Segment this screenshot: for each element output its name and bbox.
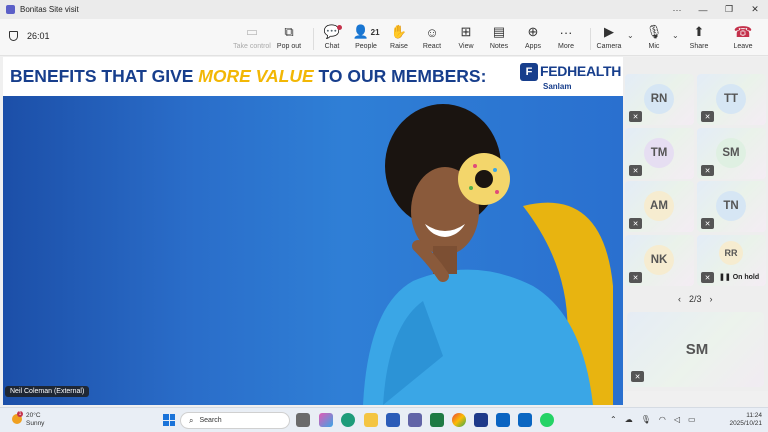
participant-tile[interactable]: TT ✕ xyxy=(697,74,766,125)
avatar: SM xyxy=(716,138,746,168)
participant-tile[interactable]: AM ✕ xyxy=(625,181,694,232)
avatar: TT xyxy=(716,84,746,114)
teams-icon[interactable] xyxy=(408,413,422,427)
slide-headline: BENEFITS THAT GIVE MORE VALUE TO OUR MEM… xyxy=(10,66,487,86)
mic-off-icon: 🎙 xyxy=(645,24,663,39)
unread-dot xyxy=(337,25,342,30)
brand-name: FEDHEALTH xyxy=(540,63,622,79)
fedhealth-logo-mark: F xyxy=(520,63,538,81)
mic-muted-icon: ✕ xyxy=(629,111,642,122)
timer-text: 26:01 xyxy=(27,31,50,41)
participant-tile[interactable]: NK ✕ xyxy=(625,235,694,286)
participant-tile[interactable]: RR ❚❚ On hold ✕ xyxy=(697,235,766,286)
system-tray: ⌃ ☁ 🎙 ◠ ◁ ▭ xyxy=(610,415,696,424)
mic-button[interactable]: 🎙 Mic xyxy=(632,23,676,50)
slide-photo xyxy=(3,96,623,405)
file-explorer-icon[interactable] xyxy=(364,413,378,427)
camera-off-icon: ▶ xyxy=(604,24,614,39)
whatsapp-icon[interactable] xyxy=(540,413,554,427)
mic-muted-icon: ✕ xyxy=(629,218,642,229)
maximize-button[interactable]: ❐ xyxy=(716,0,742,19)
excel-icon[interactable] xyxy=(430,413,444,427)
meeting-toolbar: 26:01 ▭ Take control ⧉ Pop out 💬 Chat 👤 2… xyxy=(0,19,768,56)
next-page-chevron-icon[interactable]: › xyxy=(710,294,713,304)
participant-tile[interactable]: TN ✕ xyxy=(697,181,766,232)
fedhealth-logo: F FEDHEALTH Sanlam xyxy=(518,60,622,93)
weather-desc: Sunny xyxy=(26,420,45,427)
task-view-icon[interactable] xyxy=(296,413,310,427)
teams-app-icon xyxy=(6,5,15,14)
spotlight-participant-tile[interactable]: SM ✕ xyxy=(627,312,764,387)
page-indicator: 2/3 xyxy=(689,294,702,304)
participant-tile[interactable]: RN ✕ xyxy=(625,74,694,125)
clock-date: 2025/10/21 xyxy=(729,420,762,427)
minimize-button[interactable]: — xyxy=(690,0,716,19)
mic-muted-icon: ✕ xyxy=(701,272,714,283)
share-button[interactable]: ⬆ Share xyxy=(677,23,721,50)
notification-badge: 1 xyxy=(17,411,23,417)
mic-muted-icon: ✕ xyxy=(629,272,642,283)
start-button[interactable] xyxy=(163,414,175,426)
more-icon: ··· xyxy=(559,24,573,40)
woman-with-donut-illustration xyxy=(363,104,613,405)
avatar: RN xyxy=(644,84,674,114)
more-window-options-button[interactable]: ··· xyxy=(664,0,690,19)
weather-widget[interactable]: 1 20°C Sunny xyxy=(12,411,45,428)
meeting-timer: 26:01 xyxy=(9,31,50,41)
volume-icon[interactable]: ◁ xyxy=(674,415,680,424)
avatar: SM xyxy=(685,340,709,358)
taskbar-clock[interactable]: 11:24 2025/10/21 xyxy=(728,412,762,428)
mic-muted-icon: ✕ xyxy=(701,165,714,176)
taskbar-search[interactable]: ⌕ Search xyxy=(180,412,290,429)
copilot-icon[interactable] xyxy=(319,413,333,427)
search-icon: ⌕ xyxy=(189,415,194,425)
pause-icon: ❚❚ xyxy=(719,274,733,281)
battery-icon[interactable]: ▭ xyxy=(688,415,696,424)
wifi-icon[interactable]: ◠ xyxy=(659,415,666,424)
mic-muted-icon: ✕ xyxy=(631,371,644,382)
shield-icon xyxy=(9,31,18,41)
on-hold-status: ❚❚ On hold xyxy=(719,274,760,281)
avatar: AM xyxy=(644,191,674,221)
weather-temp: 20°C xyxy=(26,412,41,419)
presenter-name-label: Neil Coleman (External) xyxy=(5,386,90,397)
camera-button[interactable]: ▶ Camera xyxy=(587,23,631,50)
clock-time: 11:24 xyxy=(746,412,762,419)
word-icon[interactable] xyxy=(386,413,400,427)
window-title: Bonitas Site visit xyxy=(20,5,79,14)
leave-button[interactable]: ☎ Leave xyxy=(721,23,765,50)
more-button[interactable]: ··· More xyxy=(544,23,588,51)
share-icon: ⬆ xyxy=(693,24,705,39)
avatar: TN xyxy=(716,191,746,221)
avatar: TM xyxy=(644,138,674,168)
chrome-icon[interactable] xyxy=(452,413,466,427)
participant-tile[interactable]: SM ✕ xyxy=(697,128,766,179)
edge-browser-icon[interactable] xyxy=(341,413,355,427)
onedrive-icon[interactable]: ☁ xyxy=(625,415,633,424)
previous-page-chevron-icon[interactable]: ‹ xyxy=(678,294,681,304)
partner-name: Sanlam xyxy=(543,82,572,91)
outlook-icon[interactable] xyxy=(496,413,510,427)
windows-taskbar: 1 20°C Sunny ⌕ Search ⌃ ☁ 🎙 ◠ ◁ ▭ 11:24 … xyxy=(0,407,768,432)
slide-banner: BENEFITS THAT GIVE MORE VALUE TO OUR MEM… xyxy=(3,57,623,96)
mic-muted-icon: ✕ xyxy=(701,111,714,122)
show-hidden-icons-chevron-icon[interactable]: ⌃ xyxy=(610,415,617,424)
shared-screen: BENEFITS THAT GIVE MORE VALUE TO OUR MEM… xyxy=(3,57,623,405)
avatar: RR xyxy=(719,241,743,265)
mic-muted-icon: ✕ xyxy=(701,218,714,229)
linkedin-icon[interactable] xyxy=(518,413,532,427)
pop-out-icon: ⧉ xyxy=(284,24,294,39)
mic-muted-icon: ✕ xyxy=(629,165,642,176)
pop-out-button[interactable]: ⧉ Pop out xyxy=(267,23,311,50)
title-bar: Bonitas Site visit ··· — ❐ ✕ xyxy=(0,0,768,19)
close-window-button[interactable]: ✕ xyxy=(742,0,768,19)
leave-icon: ☎ xyxy=(733,24,753,41)
mic-muted-tray-icon[interactable]: 🎙 xyxy=(641,415,651,424)
l-app-icon[interactable] xyxy=(474,413,488,427)
avatar: NK xyxy=(644,245,674,275)
gallery-pager: ‹ 2/3 › xyxy=(678,294,713,304)
participant-tile[interactable]: TM ✕ xyxy=(625,128,694,179)
